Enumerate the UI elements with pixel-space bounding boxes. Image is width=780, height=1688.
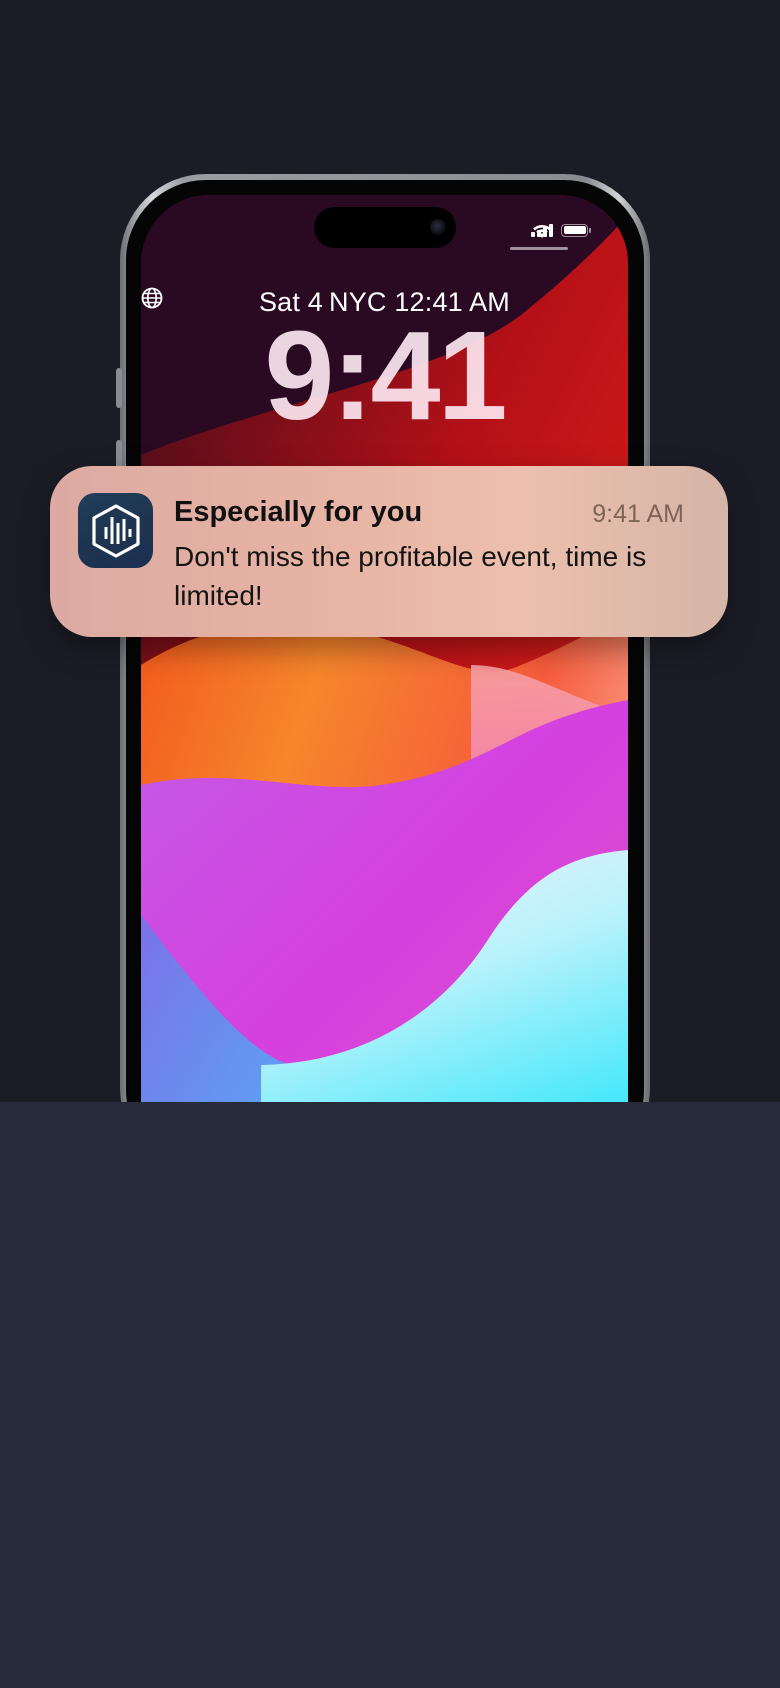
wifi-icon xyxy=(533,224,551,238)
home-indicator xyxy=(510,247,568,250)
status-bar xyxy=(531,223,591,238)
phone-side-button xyxy=(116,368,122,408)
notification-time: 9:41 AM xyxy=(592,500,684,528)
building-chart-app-icon xyxy=(78,493,153,568)
lock-clock: 9:41 xyxy=(264,305,507,446)
notification-title: Especially for you xyxy=(174,496,423,528)
battery-icon xyxy=(561,223,591,237)
push-notification[interactable]: Especially for you 9:41 AM Don't miss th… xyxy=(50,466,728,637)
notification-body: Don't miss the profitable event, time is… xyxy=(174,541,647,611)
globe-icon xyxy=(141,287,163,309)
camera-icon xyxy=(430,219,446,235)
dynamic-island xyxy=(314,207,456,248)
lock-screen: Sat 4 NYC 12:41 AM 9:41 xyxy=(141,195,628,1102)
